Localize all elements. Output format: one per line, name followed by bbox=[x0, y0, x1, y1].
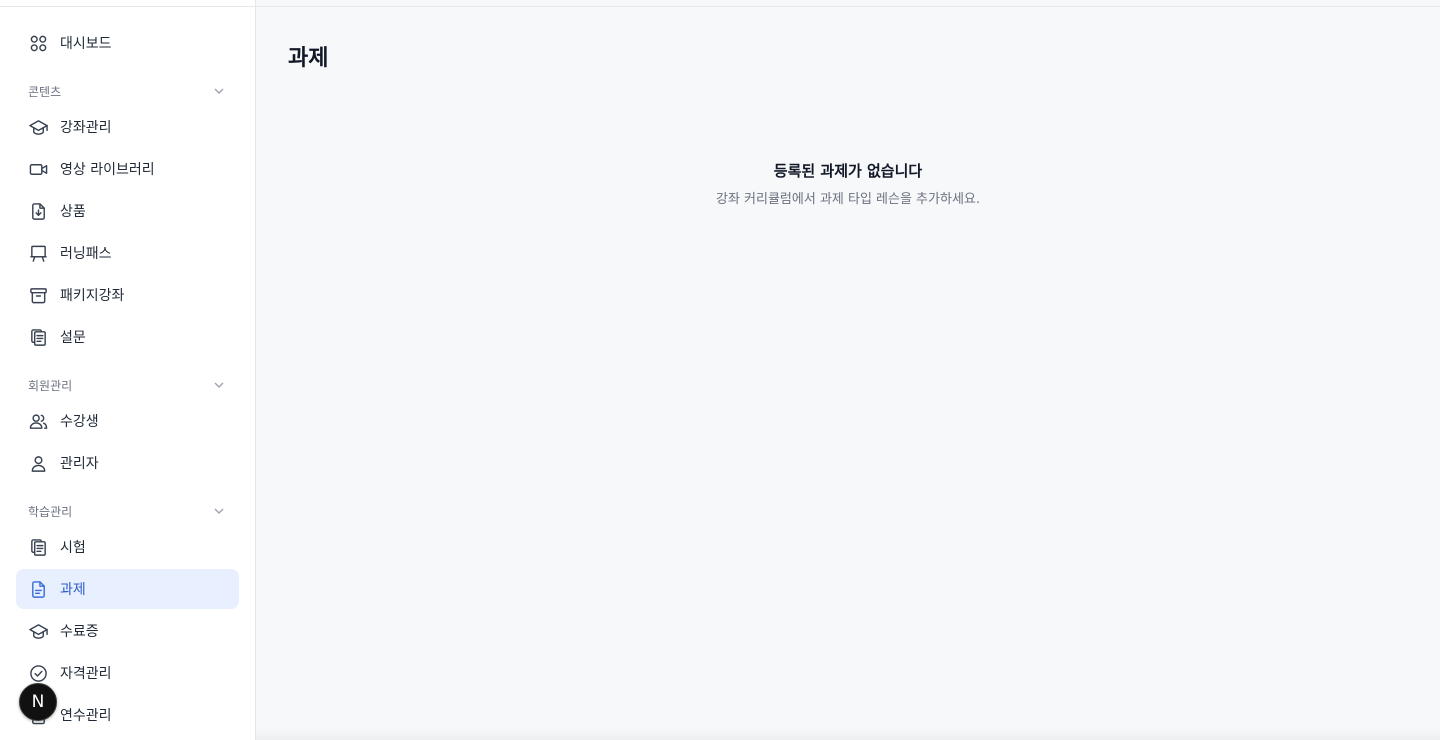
empty-state-title: 등록된 과제가 없습니다 bbox=[773, 162, 923, 180]
grid-icon bbox=[28, 33, 48, 53]
section-title: 회원관리 bbox=[28, 378, 73, 393]
sidebar-item-label: 설문 bbox=[60, 330, 86, 346]
graduation-cap-icon bbox=[28, 117, 48, 137]
nextjs-logo-icon: N bbox=[31, 692, 45, 712]
divider bbox=[0, 6, 255, 7]
graduation-cap-icon bbox=[28, 621, 48, 641]
sidebar-item-label: 자격관리 bbox=[60, 666, 112, 682]
sidebar-item-certificates[interactable]: 수료증 bbox=[16, 611, 239, 651]
sidebar-item-learning-path[interactable]: 러닝패스 bbox=[16, 233, 239, 273]
section-header-members[interactable]: 회원관리 bbox=[16, 375, 239, 395]
sidebar-item-dashboard[interactable]: 대시보드 bbox=[16, 23, 239, 63]
sidebar-item-label: 강좌관리 bbox=[60, 120, 112, 136]
archive-box-icon bbox=[28, 285, 48, 305]
sidebar-item-label: 러닝패스 bbox=[60, 246, 112, 262]
sidebar-item-label: 패키지강좌 bbox=[60, 288, 125, 304]
section-title: 콘텐츠 bbox=[28, 84, 62, 99]
clipboard-copy-icon bbox=[28, 537, 48, 557]
sidebar-item-exams[interactable]: 시험 bbox=[16, 527, 239, 567]
sidebar-item-assignments[interactable]: 과제 bbox=[16, 569, 239, 609]
sidebar-item-label: 영상 라이브러리 bbox=[60, 162, 155, 178]
sidebar-item-label: 시험 bbox=[60, 540, 86, 556]
users-icon bbox=[28, 411, 48, 431]
chevron-down-icon bbox=[213, 502, 225, 521]
section-header-content[interactable]: 콘텐츠 bbox=[16, 81, 239, 101]
page-title: 과제 bbox=[288, 46, 329, 71]
sidebar-item-students[interactable]: 수강생 bbox=[16, 401, 239, 441]
sidebar-item-label: 수료증 bbox=[60, 624, 99, 640]
sidebar: 대시보드 콘텐츠 강좌관리 영상 라이브러리 상품 러닝패스 패키지강좌 설문 … bbox=[0, 0, 256, 740]
sidebar-item-label: 관리자 bbox=[60, 456, 99, 472]
sidebar-item-package-courses[interactable]: 패키지강좌 bbox=[16, 275, 239, 315]
check-circle-icon bbox=[28, 663, 48, 683]
presentation-board-icon bbox=[28, 243, 48, 263]
sidebar-item-courses[interactable]: 강좌관리 bbox=[16, 107, 239, 147]
clipboard-copy-icon bbox=[28, 327, 48, 347]
chevron-down-icon bbox=[213, 376, 225, 395]
sidebar-item-video-library[interactable]: 영상 라이브러리 bbox=[16, 149, 239, 189]
section-header-learning[interactable]: 학습관리 bbox=[16, 501, 239, 521]
bottom-shadow bbox=[256, 728, 1440, 740]
sidebar-item-label: 수강생 bbox=[60, 414, 99, 430]
sidebar-item-admins[interactable]: 관리자 bbox=[16, 443, 239, 483]
nextjs-dev-badge[interactable]: N bbox=[19, 683, 57, 721]
video-icon bbox=[28, 159, 48, 179]
divider bbox=[256, 6, 1440, 7]
file-download-icon bbox=[28, 201, 48, 221]
empty-state-description: 강좌 커리큘럼에서 과제 타입 레슨을 추가하세요. bbox=[716, 192, 980, 207]
user-icon bbox=[28, 453, 48, 473]
sidebar-item-label: 대시보드 bbox=[60, 36, 112, 52]
section-title: 학습관리 bbox=[28, 504, 73, 519]
sidebar-item-label: 상품 bbox=[60, 204, 86, 220]
document-text-icon bbox=[28, 579, 48, 599]
sidebar-item-label: 연수관리 bbox=[60, 708, 112, 724]
chevron-down-icon bbox=[213, 82, 225, 101]
sidebar-item-products[interactable]: 상품 bbox=[16, 191, 239, 231]
sidebar-item-label: 과제 bbox=[60, 582, 86, 598]
sidebar-item-survey[interactable]: 설문 bbox=[16, 317, 239, 357]
